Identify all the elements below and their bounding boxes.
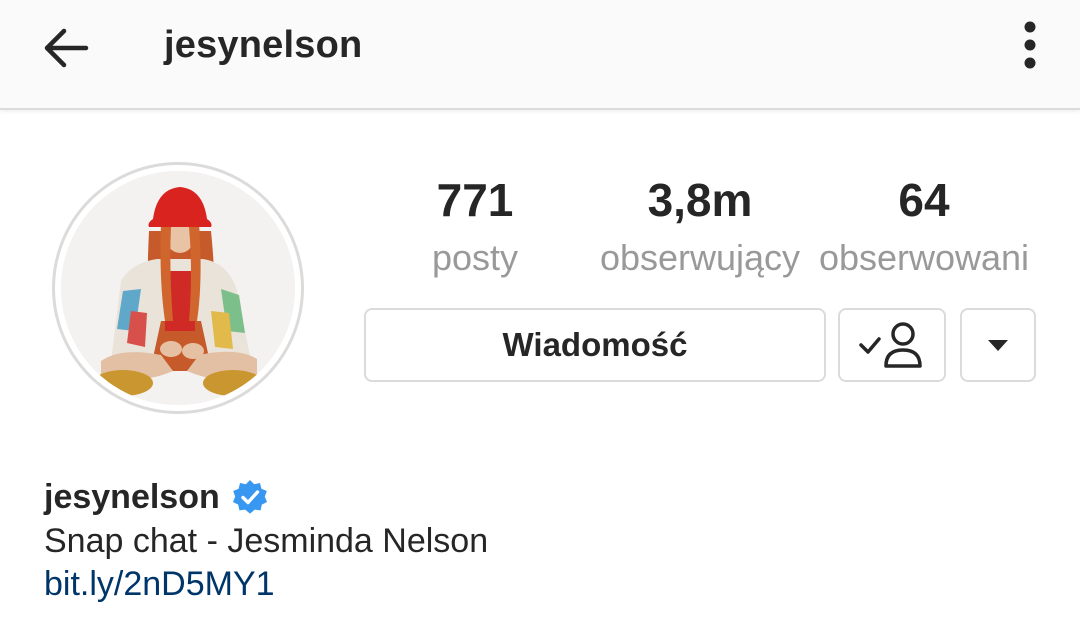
back-button[interactable] (38, 20, 94, 76)
user-check-icon (859, 322, 922, 368)
following-count: 64 (898, 174, 950, 226)
stat-followers[interactable]: 3,8m obserwujący (590, 172, 810, 280)
bio-text: Snap chat - Jesminda Nelson (44, 522, 489, 560)
more-vertical-icon (1024, 21, 1036, 69)
stat-posts[interactable]: 771 posty (408, 172, 542, 280)
top-app-bar: jesynelson (0, 0, 1080, 110)
more-options-button[interactable] (1010, 18, 1050, 72)
verified-badge-icon (232, 479, 268, 515)
arrow-left-icon (44, 28, 89, 68)
header-username: jesynelson (164, 24, 363, 66)
bio-link[interactable]: bit.ly/2nD5MY1 (44, 563, 275, 605)
avatar-photo (61, 171, 295, 405)
bio-name: jesynelson (44, 478, 220, 516)
followers-count: 3,8m (647, 174, 753, 226)
followers-label: obserwujący (599, 237, 801, 278)
suggestions-dropdown-button[interactable] (960, 308, 1036, 382)
posts-label: posty (431, 237, 519, 278)
profile-screen: jesynelson 771 posty 3,8m obserwujący 64… (0, 0, 1080, 618)
bio-name-row: jesynelson (44, 476, 268, 518)
avatar-ring[interactable] (52, 162, 304, 414)
message-button[interactable]: Wiadomość (364, 308, 826, 382)
caret-down-icon (988, 340, 1008, 351)
stat-following[interactable]: 64 obserwowani (812, 172, 1036, 280)
following-button[interactable] (838, 308, 946, 382)
posts-count: 771 (436, 174, 514, 226)
avatar[interactable] (61, 171, 295, 405)
following-label: obserwowani (818, 237, 1030, 278)
